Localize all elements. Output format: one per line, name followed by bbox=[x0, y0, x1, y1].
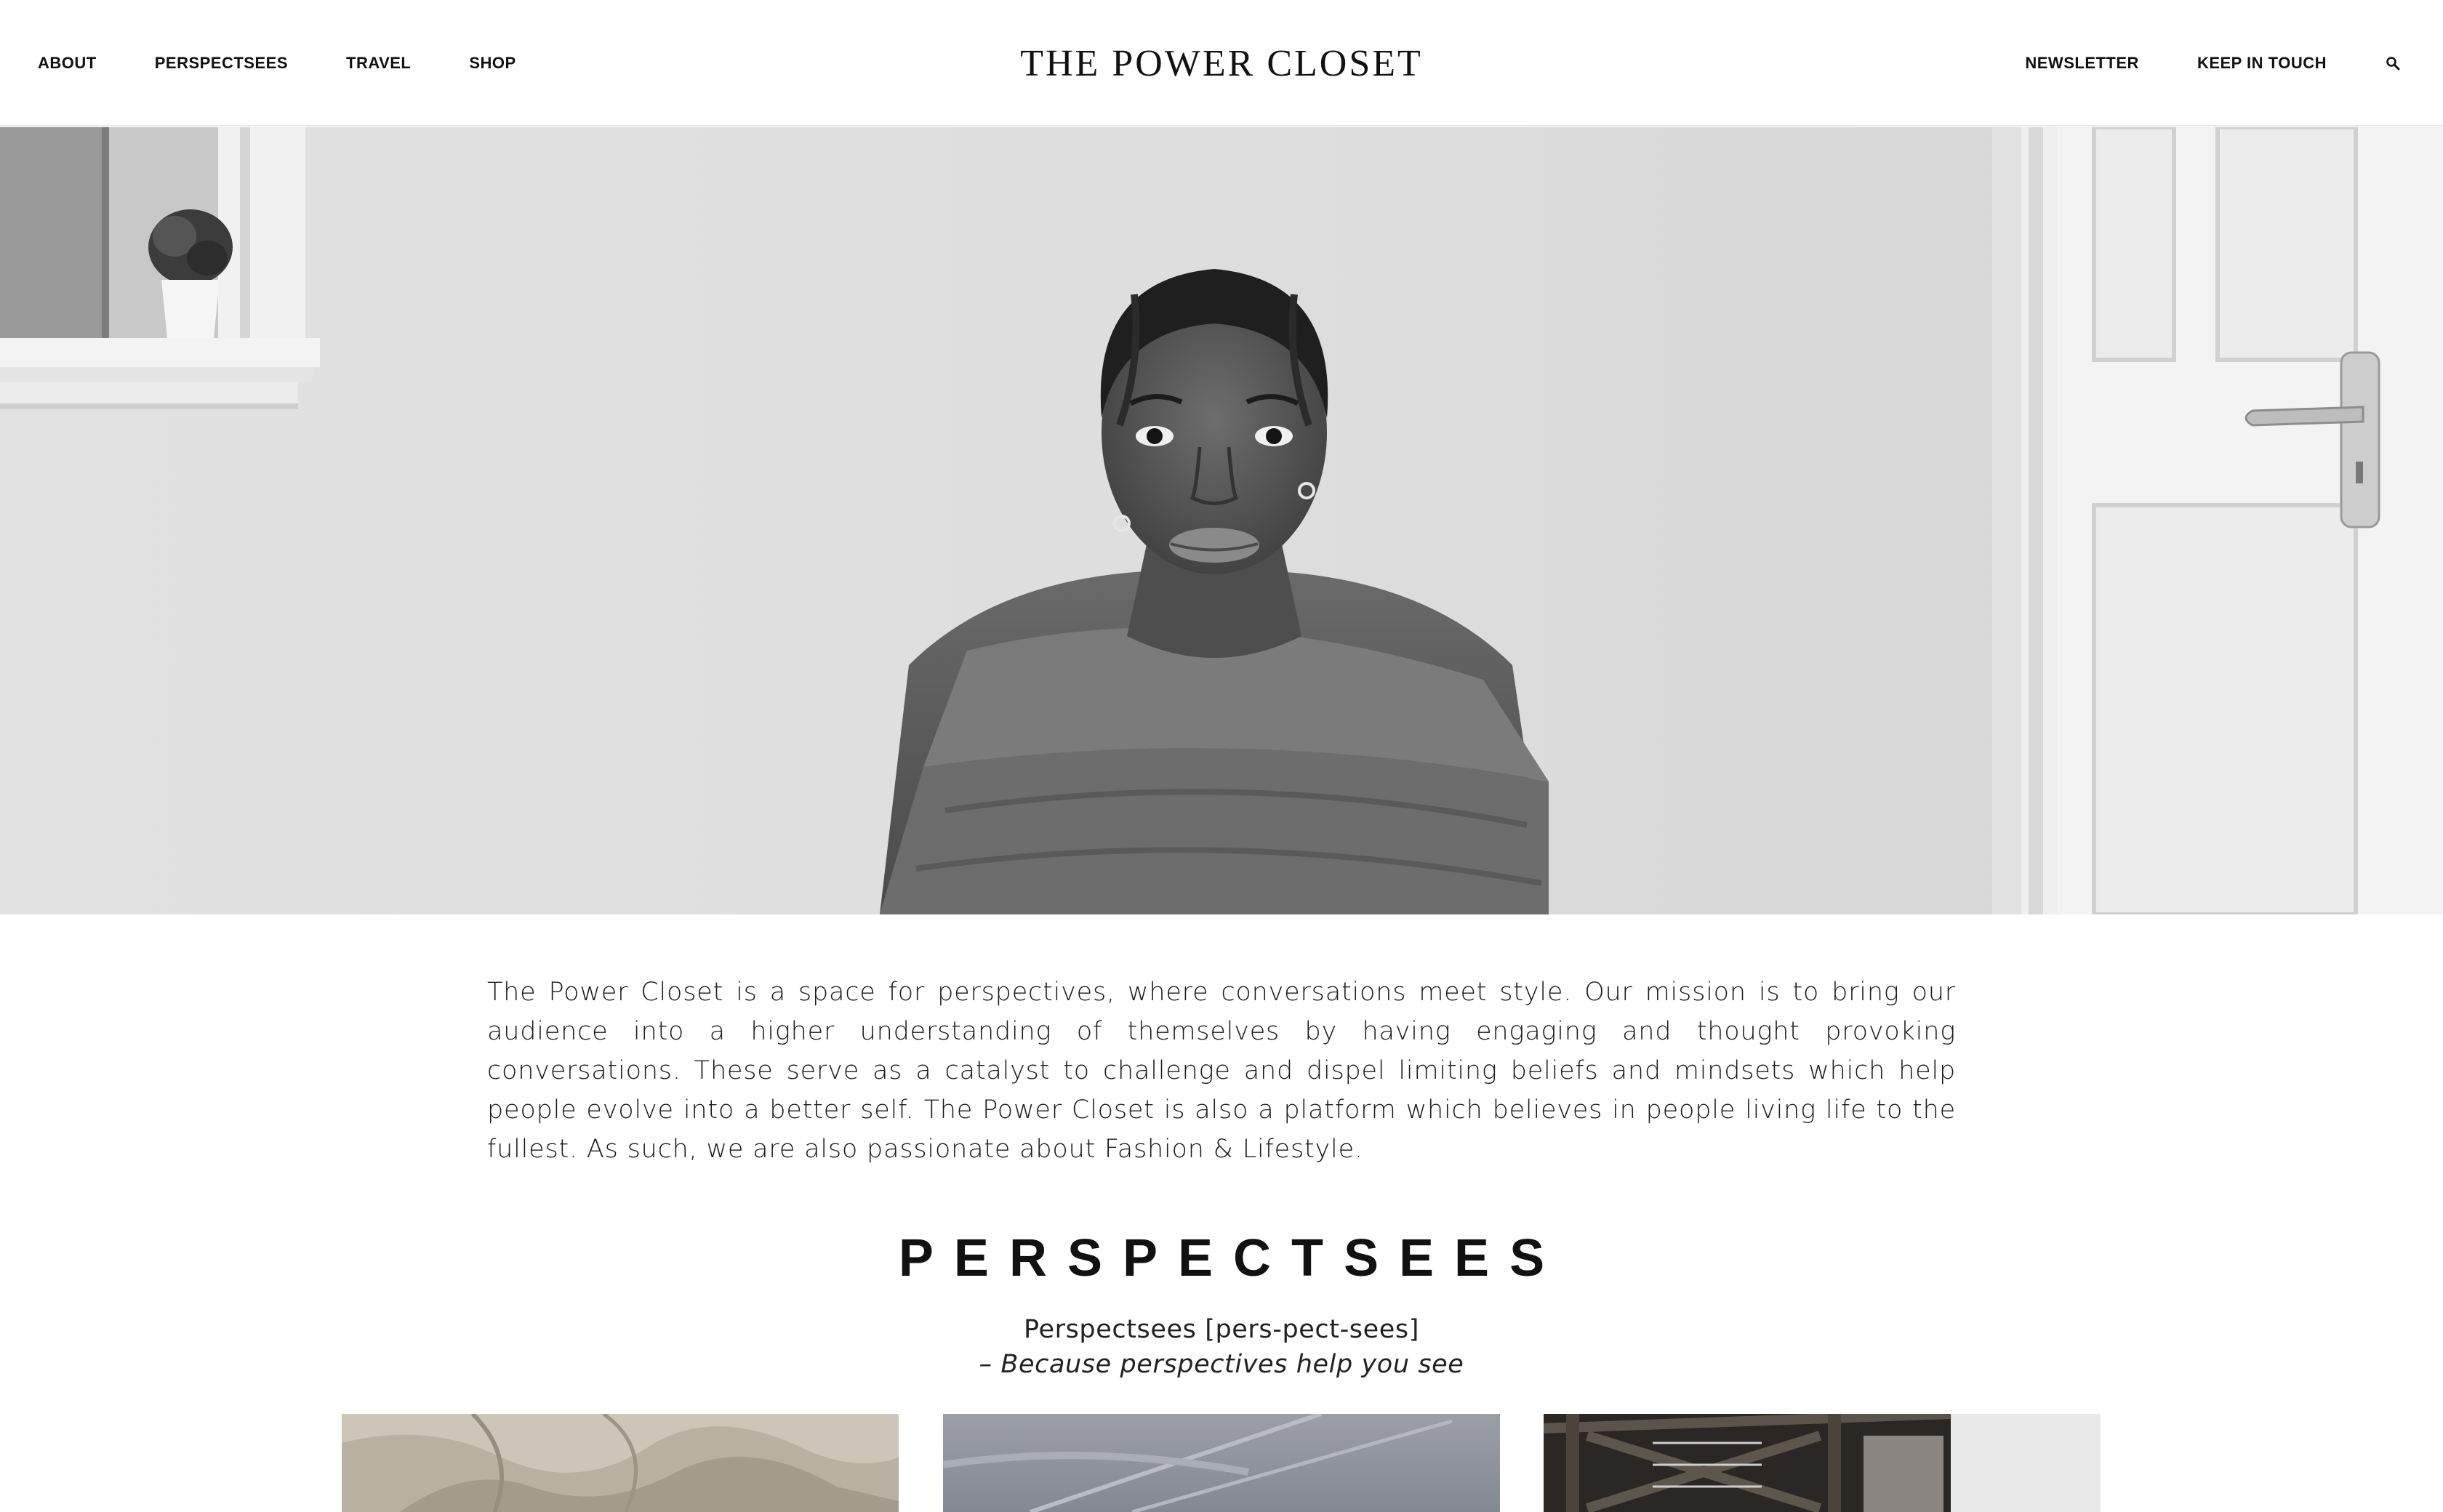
post-card-structure[interactable] bbox=[1544, 1414, 2101, 1512]
intro-paragraph: The Power Closet is a space for perspect… bbox=[487, 978, 1956, 1164]
section-title: PERSPECTSEES bbox=[898, 1229, 1565, 1287]
nav-newsletter[interactable]: NEWSLETTER bbox=[2025, 54, 2139, 73]
secondary-nav: NEWSLETTER KEEP IN TOUCH bbox=[1967, 0, 2402, 126]
tagline-text: – Because perspectives help you see bbox=[979, 1350, 1464, 1379]
site-header: ABOUT PERSPECTSEES TRAVEL SHOP THE POWER… bbox=[0, 0, 2443, 126]
post-card-sand[interactable] bbox=[342, 1414, 899, 1512]
nav-keep-in-touch[interactable]: KEEP IN TOUCH bbox=[2197, 54, 2327, 73]
post-card-sky[interactable] bbox=[943, 1414, 1500, 1512]
search-icon[interactable] bbox=[2383, 54, 2402, 73]
definition-text: Perspectsees [pers-pect-sees] bbox=[1024, 1315, 1419, 1344]
hero-image bbox=[0, 127, 2443, 914]
